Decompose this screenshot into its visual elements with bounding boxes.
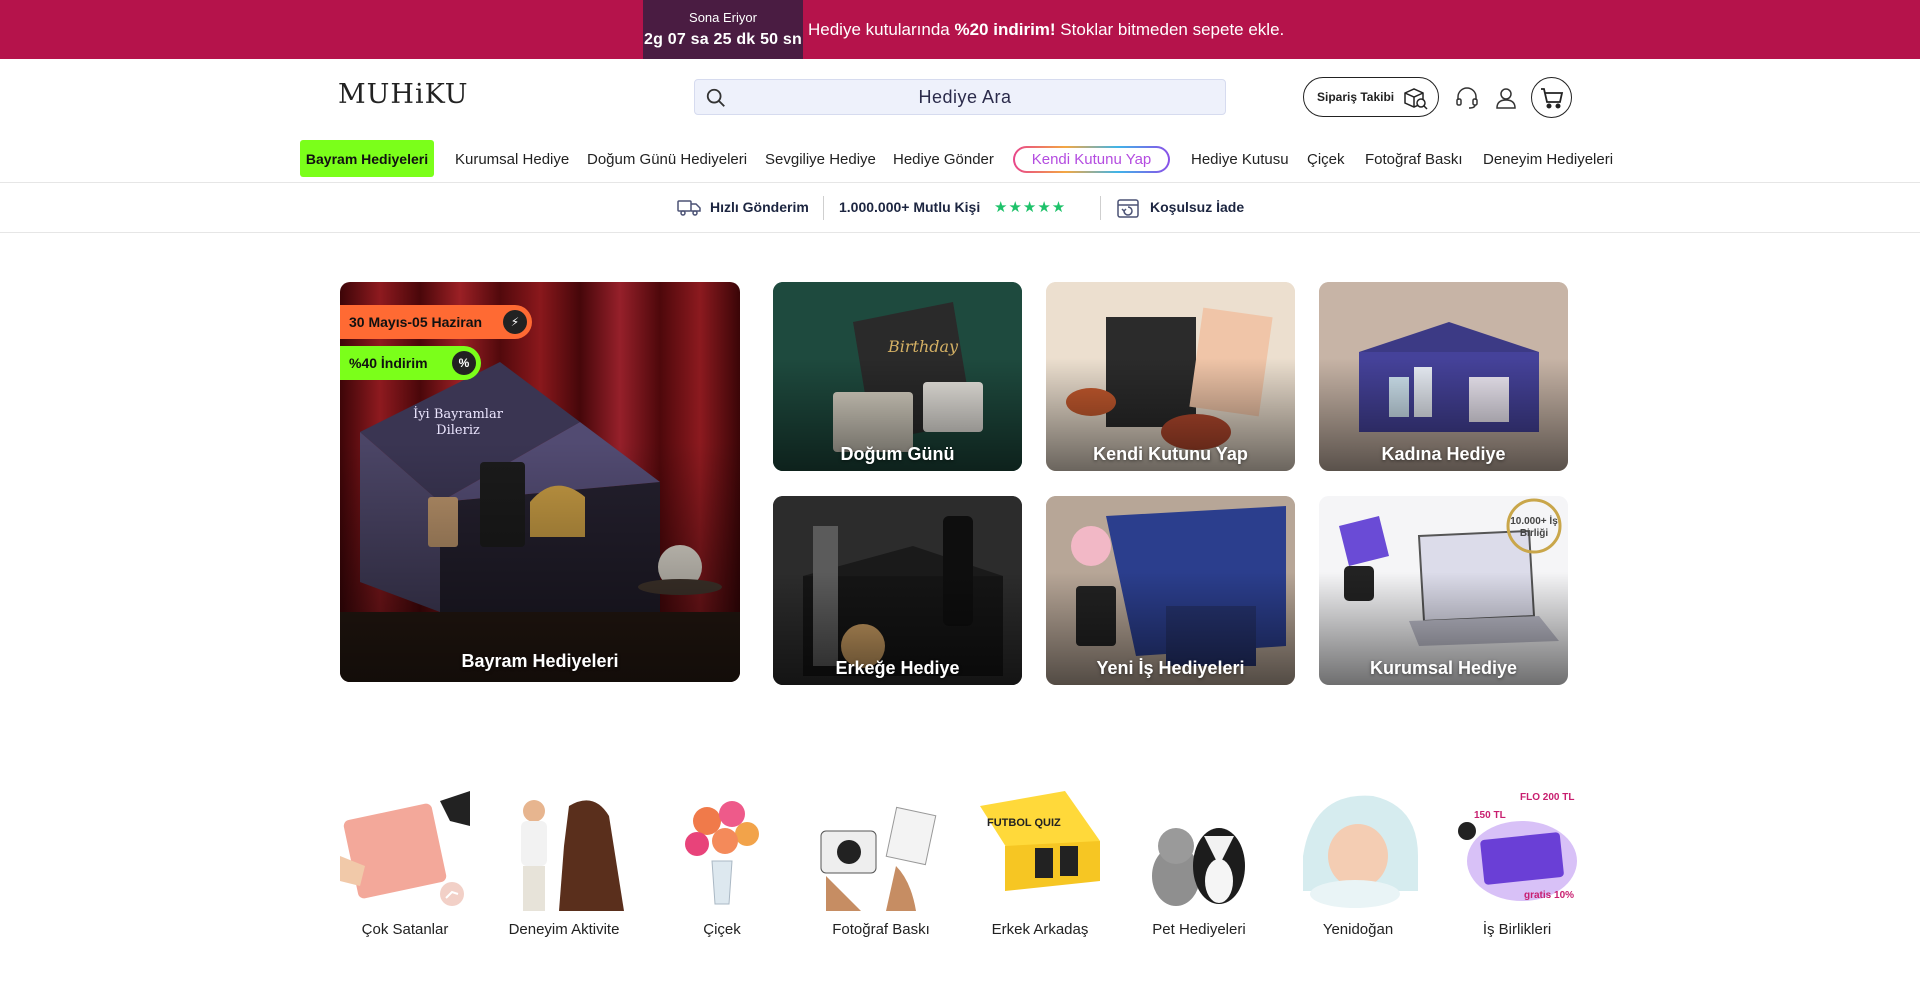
- category-label: Pet Hediyeleri: [1152, 921, 1246, 938]
- countdown-timer: Sona Eriyor 2g 07 sa 25 dk 50 sn: [643, 0, 803, 59]
- nav-item-kendi-kutunu-yap[interactable]: Kendi Kutunu Yap: [1013, 146, 1170, 173]
- partnership-image: FLO 200 TL 150 TL gratis 10%: [1452, 786, 1582, 911]
- user-icon[interactable]: [1493, 85, 1519, 111]
- category-label: Erkek Arkadaş: [991, 921, 1089, 938]
- tile-dogum-gunu[interactable]: Birthday Doğum Günü: [773, 282, 1022, 471]
- box-text: İyi Bayramlar Dileriz: [413, 407, 503, 438]
- tile-kadina-hediye[interactable]: Kadına Hediye: [1319, 282, 1568, 471]
- category-label: Fotoğraf Baskı: [832, 921, 930, 938]
- cart-button[interactable]: [1531, 77, 1572, 118]
- truck-icon: [677, 200, 701, 216]
- percent-flame-icon: %: [452, 351, 476, 375]
- tile-erkege-hediye[interactable]: Erkeğe Hediye: [773, 496, 1022, 685]
- category-deneyim-aktivite[interactable]: Deneyim Aktivite: [499, 786, 629, 938]
- divider: [823, 196, 824, 220]
- nav-item-cicek[interactable]: Çiçek: [1307, 151, 1345, 168]
- photo-print-image: [816, 786, 946, 911]
- category-erkek-arkadas[interactable]: FUTBOL QUIZ Erkek Arkadaş: [975, 786, 1105, 938]
- category-fotograf-baski[interactable]: Fotoğraf Baskı: [816, 786, 946, 938]
- tile-label: Yeni İş Hediyeleri: [1096, 658, 1245, 678]
- tile-kendi-kutunu-yap[interactable]: Kendi Kutunu Yap: [1046, 282, 1295, 471]
- nav-item-deneyim[interactable]: Deneyim Hediyeleri: [1483, 151, 1613, 168]
- tile-label: Doğum Günü: [840, 444, 955, 464]
- tile-label: Kendi Kutunu Yap: [1093, 444, 1248, 464]
- category-cok-satanlar[interactable]: Çok Satanlar: [340, 786, 470, 938]
- nav-item-sevgiliye[interactable]: Sevgiliye Hediye: [765, 151, 876, 168]
- svg-text:Birthday: Birthday: [887, 337, 959, 356]
- category-label: Çiçek: [703, 921, 741, 938]
- category-label: Çok Satanlar: [361, 921, 449, 938]
- search-input[interactable]: [735, 80, 1195, 114]
- tile-label: Bayram Hediyeleri: [461, 651, 619, 671]
- search-bar[interactable]: [694, 79, 1226, 115]
- category-cicek[interactable]: Çiçek: [657, 786, 787, 938]
- nav-item-dogum-gunu[interactable]: Doğum Günü Hediyeleri: [587, 151, 747, 168]
- main-nav: Bayram Hediyeleri Kurumsal Hediye Doğum …: [0, 135, 1920, 183]
- promo-text: Hediye kutularında %20 indirim! Stoklar …: [808, 20, 1285, 39]
- category-is-birlikleri[interactable]: FLO 200 TL 150 TL gratis 10% İş Birlikleri: [1452, 786, 1582, 938]
- countdown-value: 2g 07 sa 25 dk 50 sn: [644, 31, 802, 48]
- tile-kurumsal-hediye[interactable]: 10.000+ İş Birliği Kurumsal Hediye: [1319, 496, 1568, 685]
- category-yenidogan[interactable]: Yenidoğan: [1293, 786, 1423, 938]
- nav-item-hediye-kutusu[interactable]: Hediye Kutusu: [1191, 151, 1289, 168]
- pet-image: [1134, 786, 1264, 911]
- divider: [1100, 196, 1101, 220]
- package-search-icon: [1404, 88, 1428, 110]
- bestseller-image: [340, 786, 470, 911]
- badge-discount: %40 İndirim%: [340, 346, 481, 380]
- category-label: Yenidoğan: [1322, 921, 1394, 938]
- headset-icon[interactable]: [1454, 85, 1480, 111]
- nav-item-fotograf-baski[interactable]: Fotoğraf Baskı: [1365, 151, 1463, 168]
- cart-icon: [1541, 88, 1564, 109]
- tile-shade: [340, 442, 740, 682]
- svg-text:FLO 200 TL: FLO 200 TL: [1520, 792, 1574, 803]
- trust-returns: Koşulsuz İade: [1150, 199, 1245, 215]
- badge-dates: 30 Mayıs-05 Haziran ⚡: [340, 305, 532, 339]
- trust-bar: Hızlı Gönderim 1.000.000+ Mutlu Kişi ★★★…: [0, 183, 1920, 233]
- countdown-label: Sona Eriyor: [689, 10, 757, 25]
- tile-label: Kadına Hediye: [1381, 444, 1506, 464]
- nav-item-kurumsal[interactable]: Kurumsal Hediye: [455, 151, 569, 168]
- experience-image: [499, 786, 629, 911]
- flower-image: [657, 786, 787, 911]
- newborn-image: [1293, 786, 1423, 911]
- category-label: Deneyim Aktivite: [508, 921, 620, 938]
- tile-label: Erkeğe Hediye: [835, 658, 960, 678]
- trust-customers: 1.000.000+ Mutlu Kişi: [839, 199, 981, 215]
- svg-text:gratis 10%: gratis 10%: [1524, 890, 1574, 901]
- category-pet-hediyeleri[interactable]: Pet Hediyeleri: [1134, 786, 1264, 938]
- corporate-badge: 10.000+ İş Birliği: [1510, 516, 1558, 539]
- svg-text:FUTBOL QUIZ: FUTBOL QUIZ: [987, 817, 1061, 829]
- boyfriend-image: FUTBOL QUIZ: [975, 786, 1105, 911]
- tile-yeni-is-hediyeleri[interactable]: Yeni İş Hediyeleri: [1046, 496, 1295, 685]
- search-icon[interactable]: [705, 87, 727, 109]
- tile-label: Kurumsal Hediye: [1369, 658, 1518, 678]
- svg-text:150 TL: 150 TL: [1474, 810, 1506, 821]
- order-tracking-button[interactable]: Sipariş Takibi: [1303, 77, 1439, 117]
- trust-shipping: Hızlı Gönderim: [710, 199, 809, 215]
- tile-bayram-hediyeleri[interactable]: 30 Mayıs-05 Haziran ⚡ %40 İndirim% İyi Ba…: [340, 282, 740, 682]
- site-header: MUHiKU Sipariş Takibi: [0, 59, 1920, 135]
- nav-item-bayram[interactable]: Bayram Hediyeleri: [300, 140, 434, 177]
- rating-stars: ★★★★★: [994, 199, 1067, 216]
- category-label: İş Birlikleri: [1482, 921, 1552, 938]
- nav-item-hediye-gonder[interactable]: Hediye Gönder: [893, 151, 994, 168]
- logo[interactable]: MUHiKU: [338, 79, 469, 110]
- return-box-icon: [1117, 199, 1139, 218]
- clock-flame-icon: ⚡: [503, 310, 527, 334]
- promo-banner[interactable]: Sona Eriyor 2g 07 sa 25 dk 50 sn Hediye …: [0, 0, 1920, 59]
- order-tracking-label: Sipariş Takibi: [1317, 90, 1395, 104]
